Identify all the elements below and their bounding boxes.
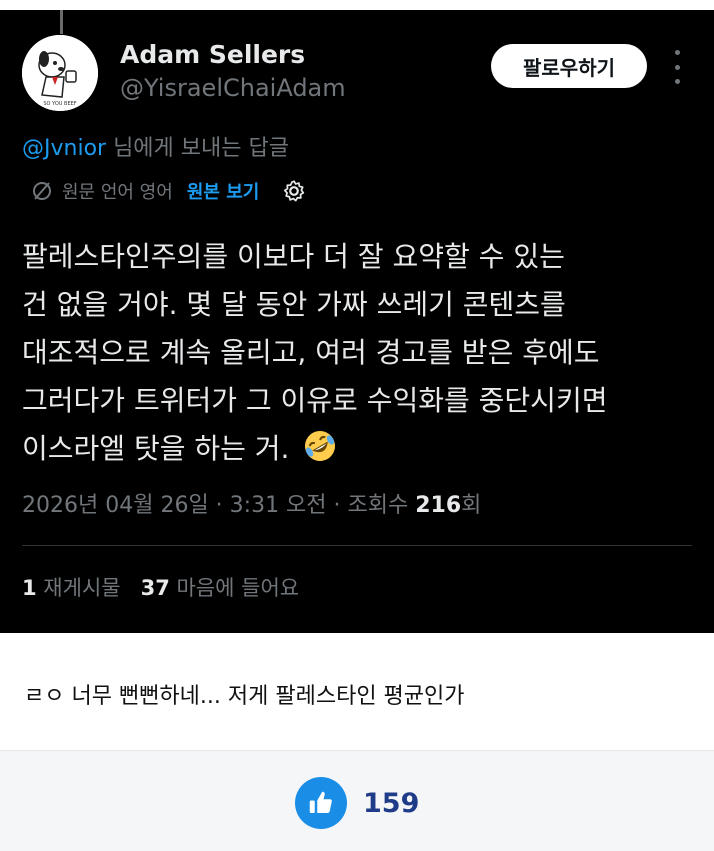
svg-text:SO YOU BEEF: SO YOU BEEF bbox=[43, 101, 76, 107]
top-strip bbox=[0, 0, 714, 10]
view-count: 216 bbox=[415, 493, 462, 518]
follow-button[interactable]: 팔로우하기 bbox=[491, 44, 647, 88]
author-handle[interactable]: @YisraelChaiAdam bbox=[120, 74, 346, 102]
rolling-laughing-emoji-icon bbox=[305, 431, 336, 461]
repost-label[interactable]: 재게시물 bbox=[37, 576, 120, 600]
reply-suffix: 님에게 보내는 답글 bbox=[106, 136, 289, 161]
timestamp: 2026년 04월 26일 · 3:31 오전 · 조회수 bbox=[22, 493, 416, 518]
avatar[interactable]: SO YOU BEEF bbox=[22, 35, 98, 111]
tweet-body-line: 이스라엘 탓을 하는 거. bbox=[22, 432, 290, 465]
divider bbox=[22, 545, 692, 546]
tweet-stats: 1 재게시물 37 마음에 들어요 bbox=[22, 572, 299, 602]
tweet-body-last-line: 이스라엘 탓을 하는 거. bbox=[22, 425, 692, 473]
like-label[interactable]: 마음에 들어요 bbox=[170, 576, 300, 600]
thread-line bbox=[60, 10, 63, 34]
translate-info: 원문 언어 영어 bbox=[62, 182, 173, 203]
author-name[interactable]: Adam Sellers bbox=[120, 40, 305, 69]
tweet-screenshot: SO YOU BEEF Adam Sellers @YisraelChaiAda… bbox=[0, 0, 714, 633]
post-caption: ㄹㅇ 너무 뻔뻔하네... 저게 팔레스타인 평균인가 bbox=[24, 684, 465, 709]
reply-context: @Jvnior 님에게 보내는 답글 bbox=[22, 130, 289, 162]
repost-count[interactable]: 1 bbox=[22, 576, 37, 600]
tweet-body: 팔레스타인주의를 이보다 더 잘 요약할 수 있는 건 없을 거야. 몇 달 동… bbox=[22, 233, 692, 473]
post-like-count: 159 bbox=[363, 787, 420, 819]
tweet-body-line: 대조적으로 계속 올리고, 여러 경고를 받은 후에도 bbox=[22, 336, 600, 369]
show-original-link[interactable]: 원본 보기 bbox=[187, 178, 260, 204]
gear-icon[interactable] bbox=[281, 178, 307, 204]
thumbs-up-icon bbox=[309, 791, 332, 813]
translation-bar: 원문 언어 영어 원본 보기 bbox=[30, 178, 307, 204]
more-options-icon[interactable] bbox=[667, 50, 687, 84]
view-suffix: 회 bbox=[461, 493, 482, 518]
tweet-body-line: 팔레스타인주의를 이보다 더 잘 요약할 수 있는 bbox=[22, 240, 565, 273]
globe-icon bbox=[33, 182, 51, 200]
tweet-body-line: 그러다가 트위터가 그 이유로 수익화를 중단시키면 bbox=[22, 384, 608, 417]
avatar-image: SO YOU BEEF bbox=[22, 35, 98, 111]
like-count[interactable]: 37 bbox=[141, 576, 170, 600]
tweet-body-line: 건 없을 거야. 몇 달 동안 가짜 쓰레기 콘텐츠를 bbox=[22, 288, 566, 321]
reply-mention-link[interactable]: @Jvnior bbox=[22, 136, 106, 161]
tweet-meta: 2026년 04월 26일 · 3:31 오전 · 조회수 216회 bbox=[22, 487, 481, 519]
like-widget: 159 bbox=[295, 777, 419, 829]
like-button[interactable] bbox=[295, 777, 347, 829]
